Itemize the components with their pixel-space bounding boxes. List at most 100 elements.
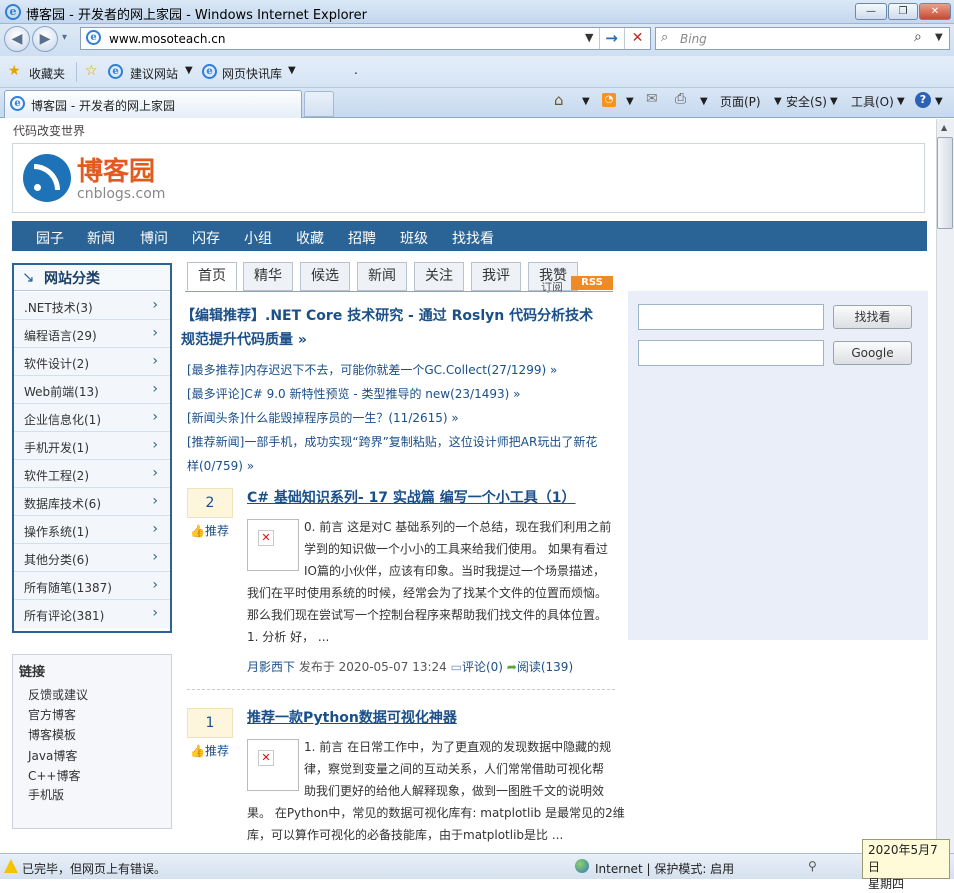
logo-name[interactable]: 博客园: [77, 151, 155, 188]
tab-label[interactable]: 博客园 - 开发者的网上家园: [31, 97, 175, 114]
tools-menu-dropdown-icon[interactable]: ▼: [897, 96, 905, 107]
safety-menu-dropdown-icon[interactable]: ▼: [830, 96, 838, 107]
sidebar-item-label[interactable]: 软件工程(2): [24, 467, 89, 484]
pick-news-line1[interactable]: [推荐新闻]一部手机，成功实现“跨界”复制粘贴，这位设计师把AR玩出了新花: [187, 433, 597, 450]
favorites-button[interactable]: 收藏夹: [29, 65, 65, 82]
logo-rss-icon[interactable]: [23, 154, 71, 202]
nav-ing[interactable]: 闪存: [192, 228, 220, 248]
home-icon[interactable]: ⌂: [554, 91, 564, 109]
forward-button[interactable]: ▶: [32, 26, 58, 52]
post-reads[interactable]: 阅读(139): [517, 660, 573, 674]
sidebar-item-os[interactable]: 操作系统(1) ›: [14, 516, 170, 544]
nav-yuanzi[interactable]: 园子: [36, 228, 64, 248]
feeds-dropdown-icon[interactable]: ▼: [626, 96, 634, 107]
nav-zzk[interactable]: 找找看: [452, 228, 494, 248]
sidebar-item-lang[interactable]: 编程语言(29) ›: [14, 320, 170, 348]
nav-jobs[interactable]: 招聘: [348, 228, 376, 248]
search-placeholder[interactable]: Bing: [680, 32, 707, 46]
pick-most-recommended[interactable]: [最多推荐]内存迟迟下不去，可能你就差一个GC.Collect(27/1299)…: [187, 361, 557, 378]
sidebar-item-label[interactable]: 操作系统(1): [24, 523, 89, 540]
sidebar-item-design[interactable]: 软件设计(2) ›: [14, 348, 170, 376]
link-feedback[interactable]: 反馈或建议: [28, 686, 88, 703]
tools-menu[interactable]: 工具(O): [851, 93, 894, 110]
sidebar-item-enterprise[interactable]: 企业信息化(1) ›: [14, 404, 170, 432]
sidebar-item-mobile[interactable]: 手机开发(1) ›: [14, 432, 170, 460]
sidebar-item-label[interactable]: 其他分类(6): [24, 551, 89, 568]
nav-q[interactable]: 博问: [140, 228, 168, 248]
pick-most-commented[interactable]: [最多评论]C# 9.0 新特性预览 - 类型推导的 new(23/1493) …: [187, 385, 520, 402]
help-dropdown-icon[interactable]: ▼: [935, 96, 943, 107]
sidebar-item-other[interactable]: 其他分类(6) ›: [14, 544, 170, 572]
tab-follow[interactable]: 关注: [414, 262, 464, 291]
sidebar-item-label[interactable]: Web前端(13): [24, 383, 99, 400]
zoom-icon[interactable]: ⚲: [808, 859, 817, 873]
search-icon[interactable]: ⌕: [914, 29, 922, 45]
scroll-up-icon[interactable]: ▲: [941, 123, 947, 132]
new-tab-button[interactable]: [304, 91, 334, 117]
suggested-sites-link[interactable]: 建议网站: [130, 65, 178, 82]
recommend-button[interactable]: 👍推荐: [190, 522, 229, 539]
tab-home[interactable]: 首页: [187, 262, 237, 291]
address-dropdown-icon[interactable]: ▼: [585, 31, 593, 44]
link-mobile[interactable]: 手机版: [28, 786, 64, 803]
tab-news[interactable]: 新闻: [357, 262, 407, 291]
feeds-icon[interactable]: ◔: [602, 93, 616, 107]
history-dropdown-icon[interactable]: ▾: [62, 32, 67, 43]
print-icon[interactable]: ⎙: [675, 91, 686, 107]
editor-pick-line1[interactable]: 【编辑推荐】.NET Core 技术研究 - 通过 Roslyn 代码分析技术: [181, 305, 593, 325]
nav-edu[interactable]: 班级: [400, 228, 428, 248]
sidebar-item-db[interactable]: 数据库技术(6) ›: [14, 488, 170, 516]
rss-badge[interactable]: RSS: [571, 276, 613, 290]
site-search-input[interactable]: [638, 304, 824, 330]
link-official-blog[interactable]: 官方博客: [28, 706, 76, 723]
post-title[interactable]: 推荐一款Python数据可视化神器: [247, 707, 457, 727]
post-comments[interactable]: 评论(0): [462, 660, 503, 674]
sidebar-item-all-comments[interactable]: 所有评论(381) ›: [14, 600, 170, 628]
web-slice-dropdown-icon[interactable]: ▼: [288, 65, 296, 76]
warning-icon[interactable]: [4, 859, 18, 873]
back-button[interactable]: ◀: [4, 26, 30, 52]
sidebar-item-label[interactable]: 手机开发(1): [24, 439, 89, 456]
go-arrow-icon[interactable]: →: [599, 28, 623, 49]
sidebar-item-label[interactable]: 数据库技术(6): [24, 495, 101, 512]
recommend-label[interactable]: 推荐: [205, 524, 229, 538]
post-title[interactable]: C# 基础知识系列- 17 实战篇 编写一个小工具（1）: [247, 487, 576, 507]
help-icon[interactable]: ?: [915, 92, 931, 108]
sidebar-item-label[interactable]: .NET技术(3): [24, 299, 93, 316]
vertical-scrollbar[interactable]: ▲: [936, 119, 954, 853]
subscribe-label[interactable]: 订阅: [541, 279, 563, 295]
sidebar-item-label[interactable]: 软件设计(2): [24, 355, 89, 372]
nav-group[interactable]: 小组: [244, 228, 272, 248]
editor-pick-line2[interactable]: 规范提升代码质量 »: [181, 329, 307, 349]
tab-pick[interactable]: 精华: [243, 262, 293, 291]
home-dropdown-icon[interactable]: ▼: [582, 96, 590, 107]
search-options-icon[interactable]: ▼: [935, 32, 943, 43]
mail-icon[interactable]: ✉: [646, 91, 658, 107]
google-search-input[interactable]: [638, 340, 824, 366]
nav-news[interactable]: 新闻: [87, 228, 115, 248]
link-cpp[interactable]: C++博客: [28, 767, 81, 784]
web-slice-gallery-link[interactable]: 网页快讯库: [222, 65, 282, 82]
maximize-button[interactable]: ❐: [888, 3, 918, 20]
tab-my-comments[interactable]: 我评: [471, 262, 521, 291]
pick-headline[interactable]: [新闻头条]什么能毁掉程序员的一生？(11/2615) »: [187, 409, 459, 426]
search-field[interactable]: ⌕ Bing ⌕ ▼: [655, 27, 950, 50]
safety-menu[interactable]: 安全(S): [786, 93, 827, 110]
link-templates[interactable]: 博客模板: [28, 726, 76, 743]
sidebar-item-label[interactable]: 企业信息化(1): [24, 411, 101, 428]
sidebar-item-label[interactable]: 所有随笔(1387): [24, 579, 112, 596]
post-author[interactable]: 月影西下: [247, 660, 295, 674]
close-window-button[interactable]: ✕: [919, 3, 951, 20]
suggested-sites-dropdown-icon[interactable]: ▼: [185, 65, 193, 76]
page-menu-dropdown-icon[interactable]: ▼: [774, 96, 782, 107]
scrollbar-thumb[interactable]: [937, 137, 953, 229]
sidebar-item-all-posts[interactable]: 所有随笔(1387) ›: [14, 572, 170, 600]
author-avatar[interactable]: ✕: [247, 519, 299, 571]
sidebar-item-label[interactable]: 编程语言(29): [24, 327, 97, 344]
recommend-label[interactable]: 推荐: [205, 744, 229, 758]
page-menu[interactable]: 页面(P): [720, 93, 761, 110]
site-search-button[interactable]: 找找看: [833, 305, 912, 329]
tab-candidate[interactable]: 候选: [300, 262, 350, 291]
sidebar-item-web[interactable]: Web前端(13) ›: [14, 376, 170, 404]
sidebar-item-se[interactable]: 软件工程(2) ›: [14, 460, 170, 488]
